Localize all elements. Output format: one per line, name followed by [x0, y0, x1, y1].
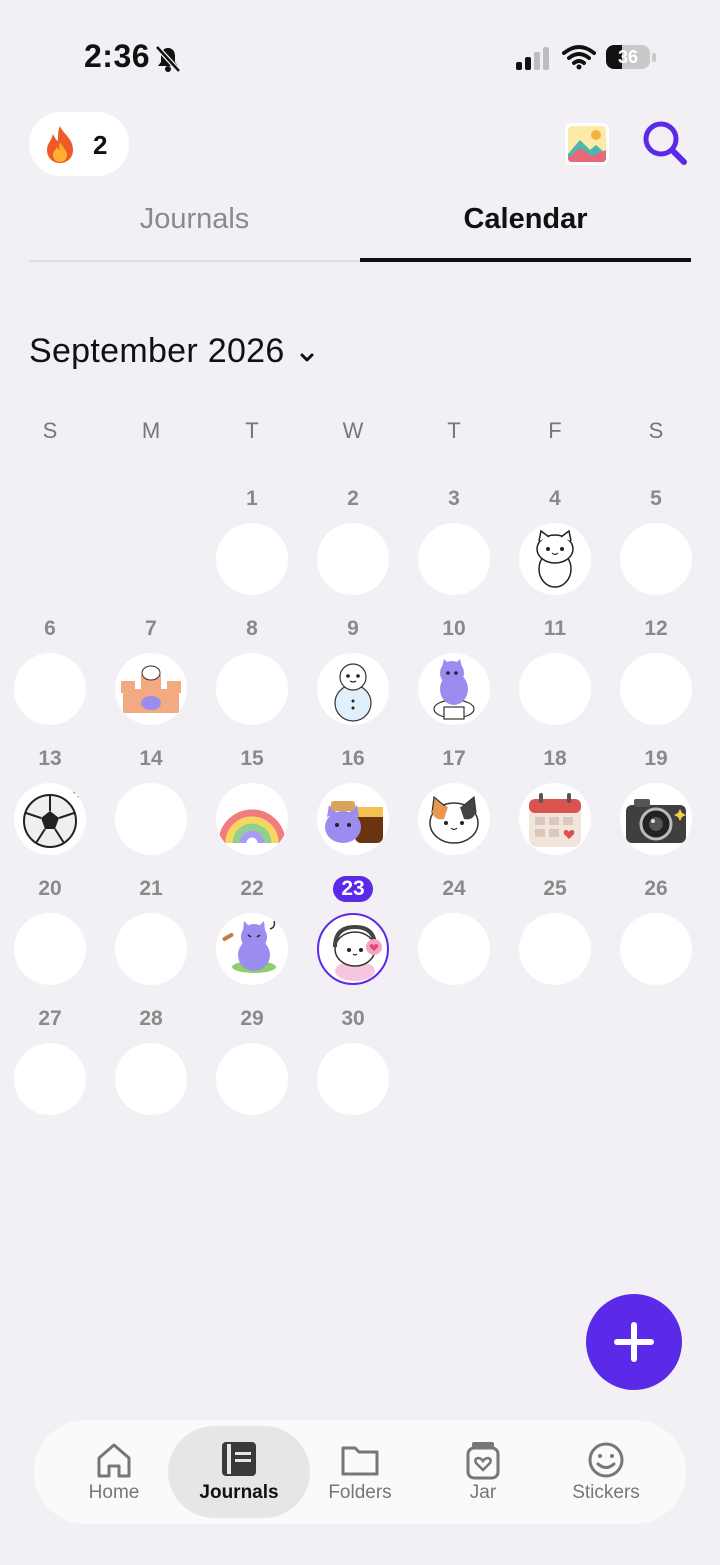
day-number: 12 — [644, 617, 668, 640]
bottom-nav: Home Journals Folders Jar Stickers — [34, 1420, 686, 1524]
white-cat-sticker-icon — [536, 529, 574, 588]
day-number: 30 — [341, 1007, 365, 1030]
nav-stickers[interactable]: Stickers — [541, 1420, 671, 1524]
day-cell-with-sticker[interactable] — [317, 653, 389, 725]
day-cell-empty[interactable] — [14, 913, 86, 985]
smiley-icon — [588, 1442, 624, 1478]
day-cell-empty[interactable] — [519, 913, 591, 985]
day-cell-empty[interactable] — [620, 523, 692, 595]
day-number: 14 — [139, 747, 163, 770]
weekday-label: F — [548, 418, 562, 443]
day-number: 21 — [139, 877, 163, 900]
day-number: 15 — [240, 747, 264, 770]
day-number: 7 — [145, 617, 157, 640]
day-number: 24 — [442, 877, 466, 900]
day-cell-with-sticker[interactable] — [620, 783, 692, 855]
cat-with-jar-sticker-icon — [325, 801, 383, 843]
day-cell-empty[interactable] — [216, 523, 288, 595]
weekday-label: S — [42, 418, 58, 443]
day-number: 19 — [644, 747, 668, 770]
camera-sticker-icon — [626, 799, 686, 843]
day-cell-empty[interactable] — [216, 1043, 288, 1115]
day-number: 2 — [347, 487, 359, 510]
calendar-sticker-icon — [529, 793, 581, 847]
day-number: 18 — [543, 747, 567, 770]
day-number: 11 — [543, 617, 567, 640]
day-number: 20 — [38, 877, 62, 900]
home-icon — [97, 1443, 131, 1478]
day-cell-with-sticker[interactable] — [519, 523, 591, 595]
weekday-label: M — [141, 418, 161, 443]
day-cell-empty[interactable] — [418, 523, 490, 595]
day-number: 8 — [246, 617, 258, 640]
day-cell-with-sticker[interactable] — [115, 653, 187, 725]
nav-jar[interactable]: Jar — [418, 1420, 548, 1524]
day-number: 16 — [341, 747, 365, 770]
day-number: 23 — [341, 877, 365, 900]
add-entry-button[interactable] — [586, 1294, 682, 1390]
snowman-sticker-icon — [334, 663, 372, 722]
nav-journals[interactable]: Journals — [166, 1420, 312, 1524]
day-cell-empty[interactable] — [418, 913, 490, 985]
nav-label-folders: Folders — [328, 1482, 392, 1503]
day-cell-with-sticker[interactable] — [216, 913, 288, 985]
weekday-label: T — [245, 418, 259, 443]
day-number: 10 — [442, 617, 466, 640]
nav-home[interactable]: Home — [49, 1420, 179, 1524]
day-cell-empty[interactable] — [620, 653, 692, 725]
day-number: 9 — [347, 617, 359, 640]
soccer-ball-sticker-icon — [23, 788, 83, 848]
day-number: 13 — [38, 747, 62, 770]
day-number: 17 — [442, 747, 466, 770]
day-cell-with-sticker[interactable] — [317, 913, 389, 985]
day-number: 4 — [549, 487, 561, 510]
weekday-label: T — [447, 418, 461, 443]
nav-label-home: Home — [88, 1482, 140, 1503]
sandcastle-sticker-icon — [121, 665, 181, 713]
day-cell-with-sticker[interactable] — [418, 783, 490, 855]
jar-icon — [466, 1442, 500, 1480]
day-cell-empty[interactable] — [14, 1043, 86, 1115]
day-cell-with-sticker[interactable] — [216, 783, 288, 855]
day-cell-with-sticker[interactable] — [14, 783, 86, 855]
day-cell-with-sticker[interactable] — [418, 653, 490, 725]
nav-label-stickers: Stickers — [572, 1482, 640, 1503]
day-number: 28 — [139, 1007, 163, 1030]
day-number: 25 — [543, 877, 567, 900]
weekday-label: W — [342, 418, 364, 443]
weekday-label: S — [648, 418, 664, 443]
day-number: 29 — [240, 1007, 264, 1030]
day-cell-empty[interactable] — [317, 1043, 389, 1115]
day-number: 1 — [246, 487, 258, 510]
calico-cat-sticker-icon — [429, 795, 479, 844]
cat-with-headphones-sticker-icon — [333, 924, 382, 981]
dancing-cat-sticker-icon — [222, 920, 276, 973]
day-number: 5 — [650, 487, 662, 510]
rainbow-sticker-icon — [218, 809, 286, 844]
day-cell-with-sticker[interactable] — [317, 783, 389, 855]
journal-icon — [222, 1442, 256, 1476]
day-number: 22 — [240, 877, 264, 900]
nav-label-jar: Jar — [469, 1482, 497, 1503]
nav-label-journals: Journals — [199, 1482, 279, 1503]
day-number: 27 — [38, 1007, 62, 1030]
cat-on-toilet-sticker-icon — [433, 659, 475, 720]
day-cell-empty[interactable] — [115, 1043, 187, 1115]
day-cell-empty[interactable] — [620, 913, 692, 985]
day-cell-with-sticker[interactable] — [519, 783, 591, 855]
day-number: 26 — [644, 877, 668, 900]
day-cell-empty[interactable] — [115, 913, 187, 985]
day-cell-empty[interactable] — [115, 783, 187, 855]
day-cell-empty[interactable] — [519, 653, 591, 725]
nav-folders[interactable]: Folders — [295, 1420, 425, 1524]
day-cell-empty[interactable] — [14, 653, 86, 725]
day-cell-empty[interactable] — [216, 653, 288, 725]
day-number: 3 — [448, 487, 460, 510]
day-number: 6 — [44, 617, 56, 640]
day-cell-empty[interactable] — [317, 523, 389, 595]
folder-icon — [341, 1446, 379, 1476]
